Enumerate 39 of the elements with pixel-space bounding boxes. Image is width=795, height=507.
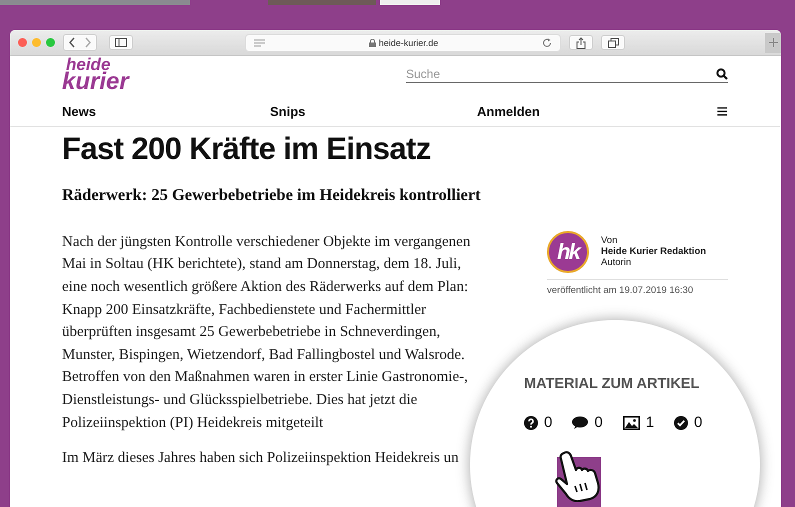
publish-date: veröffentlicht am 19.07.2019 16:30 — [547, 284, 694, 296]
stat-count: 0 — [594, 414, 603, 431]
share-button[interactable] — [569, 35, 593, 50]
material-heading: MATERIAL ZUM ARTIKEL — [524, 376, 700, 392]
lock-icon — [368, 38, 376, 46]
speech-bubble-icon[interactable] — [572, 416, 588, 430]
check-circle-icon[interactable] — [674, 416, 688, 430]
author-role: Autorin — [601, 257, 632, 268]
article-subtitle: Räderwerk: 25 Gewerbebetriebe im Heidekreis kontrolliert — [62, 184, 482, 205]
site-logo[interactable]: heide kurier — [62, 56, 129, 93]
plus-icon — [768, 38, 778, 47]
back-icon[interactable] — [68, 37, 76, 48]
search-field[interactable]: Suche — [406, 66, 716, 80]
question-icon[interactable] — [524, 416, 538, 430]
article-paragraph: Nach der jüngsten Kontrolle verschiedener Objekte im vergangenen Mai in Soltau (HK berichtete), stand am Donnerstag, dem 18. Juli, eine noch wesentlich größere Aktion des Räderwerks auf dem Plan: Knapp 200 Einsatzkräfte, Fachbedienstete und Fachermittler überprüften insgesamt 25 Gewerbebetriebe in Schneverdingen, Munster, Bispingen, Wietzendorf, Bad Fallingbostel und Walsrode. Betroffen von den Maßnahmen waren in erster Linie Gastronomie-, Dienstleistungs- und Glücksspielbetriebe. Dies hat jetzt die Polizeiinspektion (PI) Heidekreis mitgeteilt — [62, 232, 472, 433]
reader-icon — [254, 38, 265, 46]
article-paragraph: Im März dieses Jahres haben sich Polizeiinspektion Heidekreis un — [62, 449, 460, 468]
search-icon[interactable] — [716, 68, 728, 80]
nav-link[interactable]: News — [62, 104, 270, 120]
stat-count: 0 — [694, 414, 702, 431]
tabs-button[interactable] — [601, 35, 625, 50]
share-icon — [576, 36, 586, 48]
stat-count: 1 — [646, 414, 654, 431]
sidebar-icon — [115, 38, 127, 47]
author-name[interactable]: Heide Kurier Redaktion — [601, 246, 706, 258]
tabs-icon — [608, 38, 618, 48]
author-prefix: Von — [601, 235, 618, 246]
menu-button[interactable]: ≡ — [716, 102, 728, 122]
stat-count: 0 — [544, 414, 552, 431]
image-icon[interactable] — [622, 416, 640, 430]
nav-link[interactable]: Snips — [270, 104, 477, 120]
address-bar[interactable]: heide-kurier.de — [245, 34, 561, 52]
reload-icon[interactable] — [542, 38, 552, 48]
author-avatar: hk — [547, 230, 589, 273]
nav-link[interactable]: Anmelden — [477, 104, 540, 120]
url-text: heide-kurier.de — [378, 38, 438, 48]
sidebar-button[interactable] — [109, 35, 133, 50]
new-tab-button[interactable] — [765, 32, 781, 52]
article-headline: Fast 200 Kräfte im Einsatz — [62, 130, 432, 167]
